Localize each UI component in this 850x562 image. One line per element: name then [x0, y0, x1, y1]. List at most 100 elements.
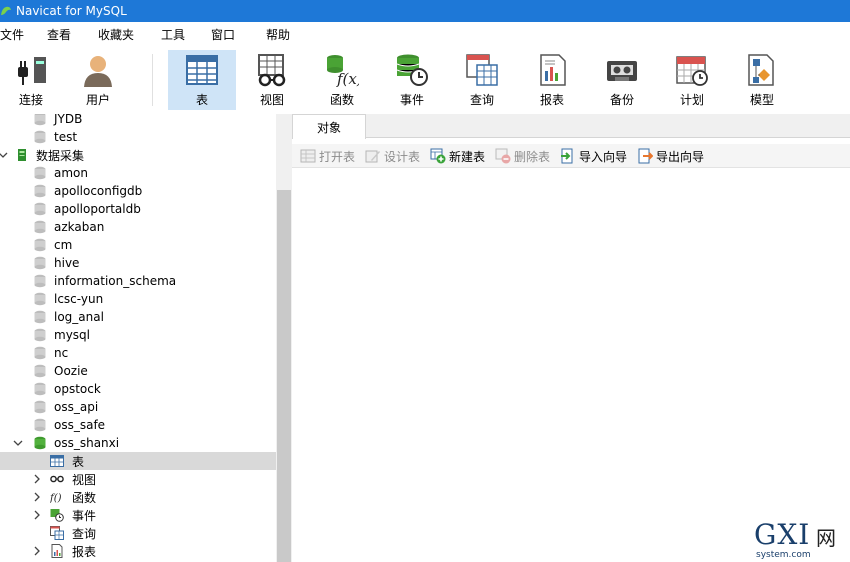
database-icon: [34, 114, 46, 126]
database-icon: [34, 166, 46, 180]
tree-db-test[interactable]: test: [0, 128, 276, 146]
database-open-icon: [34, 436, 46, 450]
tree-db-label: apolloportaldb: [54, 202, 141, 216]
menu-view[interactable]: 查看: [47, 26, 71, 43]
delete-table-button[interactable]: 删除表: [495, 148, 550, 164]
toolbar-schedule-button[interactable]: 计划: [661, 50, 723, 110]
query-icon: [466, 54, 498, 86]
database-icon: [34, 202, 46, 216]
toolbar-table-button[interactable]: 表: [168, 50, 236, 110]
tree-db-item[interactable]: log_anal: [0, 308, 276, 326]
view-glasses-icon: [258, 54, 286, 87]
new-table-button[interactable]: 新建表: [430, 148, 485, 164]
backup-tape-icon: [607, 61, 637, 81]
tree-db-item[interactable]: oss_api: [0, 398, 276, 416]
chevron-down-icon[interactable]: [13, 438, 23, 448]
import-arrow-icon: [561, 148, 573, 164]
svg-text:f(): f(): [50, 493, 62, 504]
tree-db-item[interactable]: lcsc-yun: [0, 290, 276, 308]
menu-window[interactable]: 窗口: [211, 26, 235, 43]
tree-db-item[interactable]: information_schema: [0, 272, 276, 290]
tree-db-item[interactable]: hive: [0, 254, 276, 272]
open-table-icon: [300, 149, 316, 163]
tree-db-label: log_anal: [54, 310, 104, 324]
tree-db-item[interactable]: azkaban: [0, 218, 276, 236]
tree-db-label: oss_api: [54, 400, 99, 414]
chevron-right-icon[interactable]: [32, 510, 42, 520]
database-icon: [34, 220, 46, 234]
chevron-right-icon[interactable]: [32, 474, 42, 484]
database-icon: [34, 328, 46, 342]
open-table-button[interactable]: 打开表: [300, 148, 355, 164]
mysql-connection-icon: [18, 149, 26, 161]
chevron-down-icon[interactable]: [0, 150, 8, 160]
object-list-area[interactable]: [294, 170, 850, 562]
tree-node-functions[interactable]: f() 函数: [0, 488, 276, 506]
tree-db-item[interactable]: mysql: [0, 326, 276, 344]
tree-db-label: hive: [54, 256, 80, 270]
tree-connection-shujucaiji[interactable]: 数据采集: [0, 146, 276, 164]
event-clock-icon: [50, 509, 64, 522]
tree-db-item[interactable]: apolloportaldb: [0, 200, 276, 218]
main-toolbar: 连接 用户 表 视图 f(x) 函数 事件: [0, 46, 850, 114]
database-icon: [34, 292, 46, 306]
menu-help[interactable]: 帮助: [266, 26, 290, 43]
toolbar-model-button[interactable]: 模型: [731, 50, 793, 110]
tree-db-item[interactable]: nc: [0, 344, 276, 362]
query-icon: [50, 526, 64, 540]
tree-db-label: amon: [54, 166, 88, 180]
tree-db-item[interactable]: opstock: [0, 380, 276, 398]
menu-bar: 文件 查看 收藏夹 工具 窗口 帮助: [0, 22, 850, 46]
tree-db-item[interactable]: amon: [0, 164, 276, 182]
toolbar-function-button[interactable]: f(x) 函数: [311, 50, 373, 110]
connection-tree[interactable]: JYDB test 数据采集 amon apolloconfigdb apollop…: [0, 114, 276, 562]
export-arrow-icon: [638, 148, 653, 164]
toolbar-separator: [152, 54, 153, 106]
tree-db-oss-shanxi[interactable]: oss_shanxi: [0, 434, 276, 452]
menu-tools[interactable]: 工具: [161, 26, 185, 43]
database-icon: [34, 346, 46, 360]
tree-db-label: Oozie: [54, 364, 88, 378]
tree-node-tables[interactable]: 表: [0, 452, 276, 470]
tree-node-reports[interactable]: 报表: [0, 542, 276, 560]
import-wizard-button[interactable]: 导入向导: [560, 148, 627, 164]
tree-node-events[interactable]: 事件: [0, 506, 276, 524]
database-icon: [34, 418, 46, 432]
menu-file[interactable]: 文件: [0, 26, 24, 43]
new-table-plus-icon: [430, 148, 446, 164]
delete-table-icon: [495, 148, 511, 164]
toolbar-backup-button[interactable]: 备份: [591, 50, 653, 110]
tree-db-jydb[interactable]: JYDB: [0, 114, 276, 128]
tree-db-item[interactable]: cm: [0, 236, 276, 254]
tree-db-item[interactable]: oss_safe: [0, 416, 276, 434]
toolbar-view-button[interactable]: 视图: [241, 50, 303, 110]
tree-node-queries[interactable]: 查询: [0, 524, 276, 542]
report-icon: [51, 544, 63, 558]
function-fx-icon: f(x): [327, 55, 359, 87]
toolbar-report-button[interactable]: 报表: [521, 50, 583, 110]
tab-objects[interactable]: 对象: [292, 114, 366, 139]
schedule-calendar-icon: [676, 56, 708, 86]
export-wizard-button[interactable]: 导出向导: [637, 148, 704, 164]
toolbar-query-button[interactable]: 查询: [451, 50, 513, 110]
design-table-button[interactable]: 设计表: [365, 148, 420, 164]
chevron-right-icon[interactable]: [32, 546, 42, 556]
object-toolbar: 打开表 设计表 新建表 删除表 导入向导 导出向导: [292, 144, 850, 168]
tree-db-item[interactable]: apolloconfigdb: [0, 182, 276, 200]
chevron-right-icon[interactable]: [32, 492, 42, 502]
database-icon: [34, 130, 46, 144]
title-bar: Navicat for MySQL: [0, 0, 850, 22]
function-fx-icon: f(): [50, 493, 62, 504]
toolbar-user-button[interactable]: 用户: [67, 50, 129, 110]
view-glasses-icon: [50, 475, 64, 483]
tree-db-item[interactable]: Oozie: [0, 362, 276, 380]
tree-node-views[interactable]: 视图: [0, 470, 276, 488]
site-watermark-logo: GXI 网 system.com: [754, 518, 836, 560]
tree-scrollbar[interactable]: [276, 114, 292, 562]
toolbar-event-button[interactable]: 事件: [381, 50, 443, 110]
menu-favorites[interactable]: 收藏夹: [98, 26, 134, 43]
scrollbar-thumb[interactable]: [277, 190, 291, 562]
database-icon: [34, 238, 46, 252]
toolbar-connection-button[interactable]: 连接: [0, 50, 62, 110]
table-icon: [186, 55, 218, 85]
